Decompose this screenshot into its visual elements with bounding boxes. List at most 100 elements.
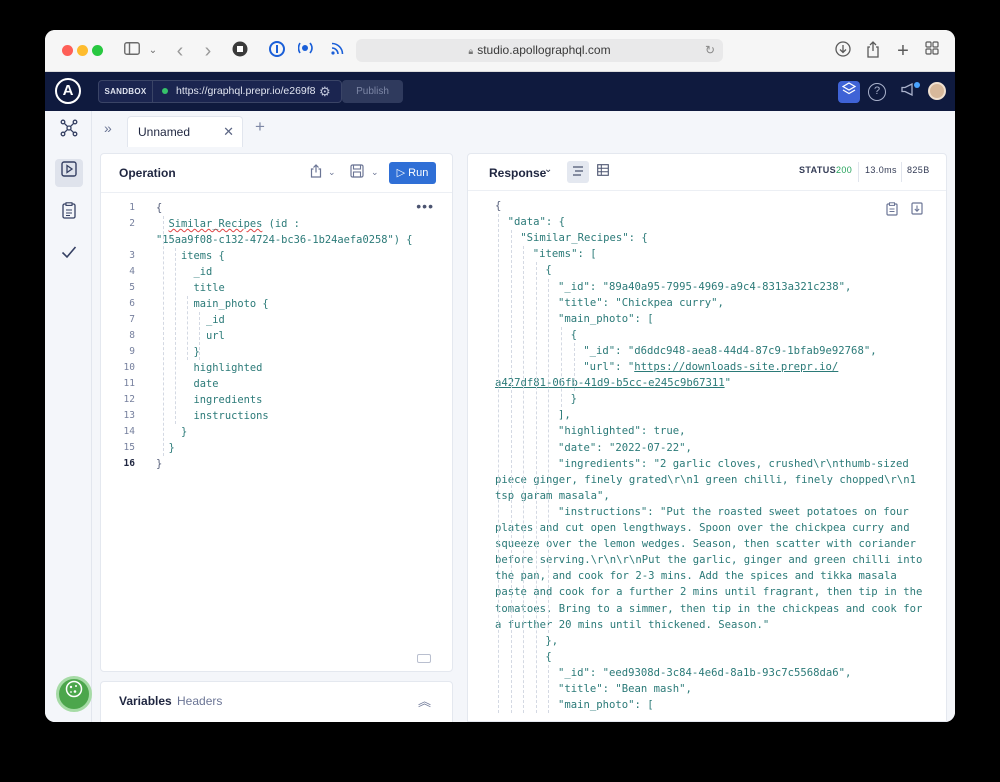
tab-variables[interactable]: Variables [119,694,172,708]
endpoint-status-dot [162,88,168,94]
code-text: { [156,202,163,214]
json-text: } [570,393,577,406]
json-text: "highlighted": true, [558,425,686,438]
studio-header: A SANDBOX https://graphql.prepr.io/e269f… [45,72,955,111]
json-line: "date": "2022-07-22", [558,440,692,456]
json-line: piece ginger, finely grated\r\n1 green c… [495,472,916,488]
more-options-icon[interactable]: ••• [416,198,434,214]
schema-icon[interactable] [55,119,83,147]
code-text: url [156,330,225,342]
back-icon[interactable]: ‹ [173,41,187,61]
json-text: "date": "2022-07-22", [558,441,692,454]
keyboard-shortcuts-icon[interactable] [417,654,431,663]
download-icon[interactable] [834,41,852,61]
line-number: 7 [129,314,135,325]
run-button[interactable]: ▷ Run [389,162,436,184]
json-text: before serving.\r\n\r\nPut the garlic, g… [495,554,923,567]
help-icon[interactable]: ? [868,83,886,101]
json-link[interactable]: https://downloads-site.prepr.io/ [634,361,838,373]
close-window-button[interactable] [62,45,73,56]
expand-sidebar-icon[interactable]: » [104,120,112,136]
json-line: "ingredients": "2 garlic cloves, crushed… [558,456,909,472]
line-number: 15 [123,442,135,453]
line-number: 14 [123,426,135,437]
indent-guide [573,342,575,392]
code-text: title [156,282,225,294]
tab-unnamed[interactable]: Unnamed ✕ [127,116,243,147]
json-link[interactable]: a427df81-06fb-41d9-b5cc-e245c9b67311 [495,377,725,389]
forward-icon[interactable]: › [201,41,215,61]
save-icon[interactable] [350,164,364,181]
code-text: ingredients [156,394,263,406]
chevron-down-icon[interactable]: ⌄ [371,167,379,178]
json-line: "title": "Bean mash", [558,681,692,697]
json-line: before serving.\r\n\r\nPut the garlic, g… [495,552,922,568]
line-number: 9 [129,346,135,357]
json-text: "title": "Bean mash", [558,683,692,695]
json-line: "main_photo": [ [558,697,654,713]
minimize-window-button[interactable] [77,45,88,56]
json-text: { [545,264,552,277]
json-line: paste and cook for a further 2 mins unti… [495,584,922,600]
share-icon[interactable] [864,41,882,61]
json-text: the pan, and cook for 2-3 mins. Add the … [495,570,897,583]
reload-icon[interactable]: ↻ [705,39,715,62]
avatar[interactable] [928,82,946,100]
add-tab-icon[interactable]: + [255,117,265,137]
line-number: 8 [129,330,135,341]
json-line: plates and cut open lengthways. Spoon ov… [495,520,910,536]
endpoint-selector[interactable]: SANDBOX https://graphql.prepr.io/e269f8 … [98,80,342,103]
podcast-icon[interactable] [297,41,316,61]
json-view-icon[interactable] [567,161,589,183]
indent-guide [199,312,200,360]
sidebar-icon[interactable] [122,41,142,61]
zoom-window-button[interactable] [92,45,103,56]
operation-panel: Operation ⌄ ⌄ ▷ Run ••• 1 {2 Similar_Reci… [100,153,453,672]
json-line: "url": "https://downloads-site.prepr.io/ [583,359,838,375]
stop-icon[interactable] [231,41,249,61]
gear-icon[interactable]: ⚙ [319,81,331,102]
share-icon[interactable] [310,164,322,181]
browser-toolbar: ⌄ ‹ › 🔒︎ studio.apollographql.com ↻ + [45,30,955,72]
line-number: 2 [129,218,135,229]
tab-headers[interactable]: Headers [177,694,222,708]
code-text: "15aa9f08-c132-4724-bc36-1b24aefa0258") … [156,234,413,246]
operation-title: Operation [119,166,176,180]
notification-dot [914,82,920,88]
response-size: 825B [907,165,930,175]
layers-icon[interactable] [838,81,860,103]
apollo-logo[interactable]: A [55,78,81,104]
chevron-down-icon[interactable]: ⌄ [328,167,336,178]
code-text: items { [156,250,225,262]
address-bar[interactable]: 🔒︎ studio.apollographql.com ↻ [356,39,723,62]
explorer-play-icon[interactable] [55,159,83,187]
table-view-icon[interactable] [592,161,614,183]
chevron-down-icon[interactable]: ⌄ [147,41,159,61]
cookie-icon[interactable] [56,676,92,712]
status-label: STATUS [799,165,837,175]
json-line: squeeze over the lemon wedges. Season, t… [495,536,916,552]
response-title[interactable]: Response [489,166,546,180]
new-tab-icon[interactable]: + [894,41,912,61]
rss-icon[interactable] [329,41,345,61]
expand-panel-icon[interactable]: ︽ [418,691,431,710]
checklist-icon[interactable] [55,201,83,229]
password-icon[interactable] [268,41,286,61]
json-line: "_id": "eed9308d-3c84-4e6d-8a1b-93c7c556… [558,665,851,681]
copy-icon[interactable] [886,202,898,219]
json-line: "title": "Chickpea curry", [558,295,724,311]
code-text: highlighted [156,362,263,374]
json-line: }, [545,633,558,649]
download-icon[interactable] [911,202,923,218]
code-text: _id [156,266,213,278]
chevron-down-icon[interactable]: ⌄ [544,164,552,175]
publish-button[interactable]: Publish [342,80,403,103]
json-text: " [724,377,731,390]
json-line: { [495,198,501,214]
endpoint-url-input[interactable]: https://graphql.prepr.io/e269f8 [176,81,316,102]
tab-overview-icon[interactable] [923,41,941,61]
json-line: "items": [ [533,246,597,262]
checkmark-icon[interactable] [55,241,83,269]
close-icon[interactable]: ✕ [223,117,234,147]
json-text: "url": " [583,361,635,373]
